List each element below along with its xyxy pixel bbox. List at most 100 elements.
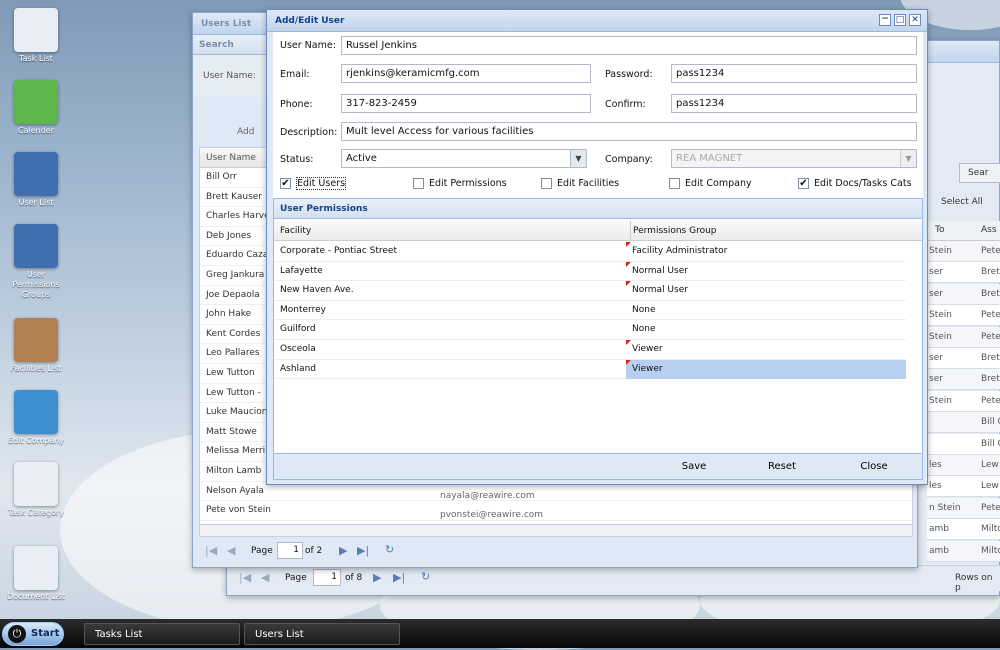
dialog-titlebar[interactable]: Add/Edit User − □ ✕ xyxy=(267,10,927,32)
checkbox-label[interactable]: Edit Users xyxy=(296,177,347,190)
table-row[interactable]: les Lew xyxy=(927,476,1000,498)
table-row[interactable]: amb Milto xyxy=(927,540,1000,562)
desktop-icon-label[interactable]: User List xyxy=(2,198,70,208)
permission-row[interactable]: Ashland Viewer xyxy=(274,359,906,380)
table-row[interactable]: Stein Pete xyxy=(927,241,1000,262)
desktop-icon[interactable]: User Permissions Groups xyxy=(2,224,70,300)
permission-row[interactable]: Osceola Viewer xyxy=(274,340,906,360)
horizontal-scrollbar[interactable] xyxy=(200,524,912,536)
permissions-grid-header[interactable]: Facility Permissions Group xyxy=(274,221,922,241)
app-icon[interactable] xyxy=(14,462,58,506)
checkbox-box[interactable] xyxy=(541,178,552,189)
status-select[interactable]: Active ▼ xyxy=(341,149,587,168)
table-row[interactable]: Stein Pete xyxy=(927,326,1000,348)
permission-group-cell[interactable]: Facility Administrator xyxy=(626,242,906,262)
table-row[interactable]: Bill C xyxy=(927,433,1000,455)
next-page-icon[interactable]: ▶ xyxy=(373,571,381,584)
save-button[interactable]: Save xyxy=(674,461,714,472)
checkbox-label[interactable]: Edit Company xyxy=(685,178,752,189)
first-page-icon[interactable]: |◀ xyxy=(239,571,251,584)
checkbox[interactable]: Edit Permissions xyxy=(413,177,507,191)
desktop-icon-label[interactable]: User Permissions Groups xyxy=(2,270,70,300)
checkbox-box[interactable]: ✔ xyxy=(798,178,809,189)
chevron-down-icon[interactable]: ▼ xyxy=(570,150,586,167)
desktop-icon[interactable]: Document List xyxy=(2,546,70,602)
minimize-icon[interactable]: − xyxy=(879,14,891,26)
app-icon[interactable] xyxy=(14,152,58,196)
checkbox-label[interactable]: Edit Permissions xyxy=(429,178,507,189)
select-all-button[interactable]: Select All xyxy=(941,197,983,207)
checkbox[interactable]: Edit Facilities xyxy=(541,177,619,191)
desktop-icon-label[interactable]: Task Category xyxy=(2,508,70,518)
permission-row[interactable]: Corporate - Pontiac Street Facility Admin… xyxy=(274,242,906,262)
desktop-icon[interactable]: Task List xyxy=(2,8,70,64)
username-field[interactable]: Russel Jenkins xyxy=(341,36,917,55)
checkbox-box[interactable] xyxy=(669,178,680,189)
checkbox[interactable]: ✔ Edit Users xyxy=(280,177,347,191)
column-facility[interactable]: Facility xyxy=(280,226,311,236)
table-row[interactable]: ser Bret xyxy=(927,369,1000,391)
permissions-header[interactable]: User Permissions xyxy=(274,199,922,219)
permission-group-cell[interactable]: Viewer xyxy=(626,340,906,360)
table-row[interactable]: Pete von Stein xyxy=(200,501,912,521)
desktop-icon-label[interactable]: Task List xyxy=(2,54,70,64)
column-permissions-group[interactable]: Permissions Group xyxy=(630,221,717,241)
checkbox-label[interactable]: Edit Docs/Tasks Cats xyxy=(814,178,912,189)
column-header[interactable]: To Ass xyxy=(927,221,1000,241)
table-row[interactable]: Bill C xyxy=(927,412,1000,434)
permission-group-cell[interactable]: Normal User xyxy=(626,261,906,282)
column-to[interactable]: To xyxy=(935,225,944,235)
app-icon[interactable] xyxy=(14,546,58,590)
checkbox-box[interactable] xyxy=(413,178,424,189)
permission-group-cell[interactable]: Normal User xyxy=(626,281,906,301)
checkbox[interactable]: ✔ Edit Docs/Tasks Cats xyxy=(798,177,912,191)
close-icon[interactable]: ✕ xyxy=(909,14,921,26)
table-row[interactable]: ser Bret xyxy=(927,262,1000,284)
company-select[interactable]: REA MAGNET ▼ xyxy=(671,149,917,168)
checkbox-label[interactable]: Edit Facilities xyxy=(557,178,619,189)
desktop-icon[interactable]: Edit Company xyxy=(2,390,70,446)
table-row[interactable]: Stein Pete xyxy=(927,305,1000,327)
page-input[interactable]: 1 xyxy=(277,542,303,559)
desktop-icon-label[interactable]: Edit Company xyxy=(2,436,70,446)
refresh-icon[interactable]: ↻ xyxy=(385,543,394,556)
column-assignee[interactable]: Ass xyxy=(981,225,997,235)
password-field[interactable]: pass1234 xyxy=(671,64,917,83)
taskbar-item-users-list[interactable]: Users List xyxy=(244,623,400,645)
taskbar-item-tasks-list[interactable]: Tasks List xyxy=(84,623,240,645)
refresh-icon[interactable]: ↻ xyxy=(421,570,430,583)
table-row[interactable]: ser Bret xyxy=(927,283,1000,305)
checkbox-box[interactable]: ✔ xyxy=(280,178,291,189)
desktop-icon-label[interactable]: Calender xyxy=(2,126,70,136)
last-page-icon[interactable]: ▶| xyxy=(357,544,369,557)
table-row[interactable]: ser Bret xyxy=(927,348,1000,369)
last-page-icon[interactable]: ▶| xyxy=(393,571,405,584)
app-icon[interactable] xyxy=(14,318,58,362)
desktop-icon-label[interactable]: Facilities List xyxy=(2,364,70,374)
desktop-icon-label[interactable]: Document List xyxy=(2,592,70,602)
permission-group-cell[interactable]: None xyxy=(626,320,906,340)
permission-row[interactable]: New Haven Ave. Normal User xyxy=(274,281,906,301)
phone-field[interactable]: 317-823-2459 xyxy=(341,94,591,113)
confirm-field[interactable]: pass1234 xyxy=(671,94,917,113)
table-row[interactable]: amb Milto xyxy=(927,519,1000,541)
desktop-icon[interactable]: Calender xyxy=(2,80,70,136)
close-button[interactable]: Close xyxy=(854,461,894,472)
start-button[interactable]: ⏻ Start xyxy=(2,622,64,646)
desktop-icon[interactable]: Task Category xyxy=(2,462,70,518)
table-row[interactable]: n Stein Pete xyxy=(927,497,1000,519)
first-page-icon[interactable]: |◀ xyxy=(205,544,217,557)
app-icon[interactable] xyxy=(14,390,58,434)
maximize-icon[interactable]: □ xyxy=(894,14,906,26)
table-row[interactable]: Stein Pete xyxy=(927,390,1000,412)
app-icon[interactable] xyxy=(14,80,58,124)
checkbox[interactable]: Edit Company xyxy=(669,177,752,191)
app-icon[interactable] xyxy=(14,224,58,268)
chevron-down-icon[interactable]: ▼ xyxy=(900,150,916,167)
permission-group-cell[interactable]: None xyxy=(626,301,906,321)
app-icon[interactable] xyxy=(14,8,58,52)
description-field[interactable]: Mult level Access for various facilities xyxy=(341,122,917,141)
desktop-icon[interactable]: Facilities List xyxy=(2,318,70,374)
reset-button[interactable]: Reset xyxy=(762,461,802,472)
permission-row[interactable]: Lafayette Normal User xyxy=(274,261,906,282)
